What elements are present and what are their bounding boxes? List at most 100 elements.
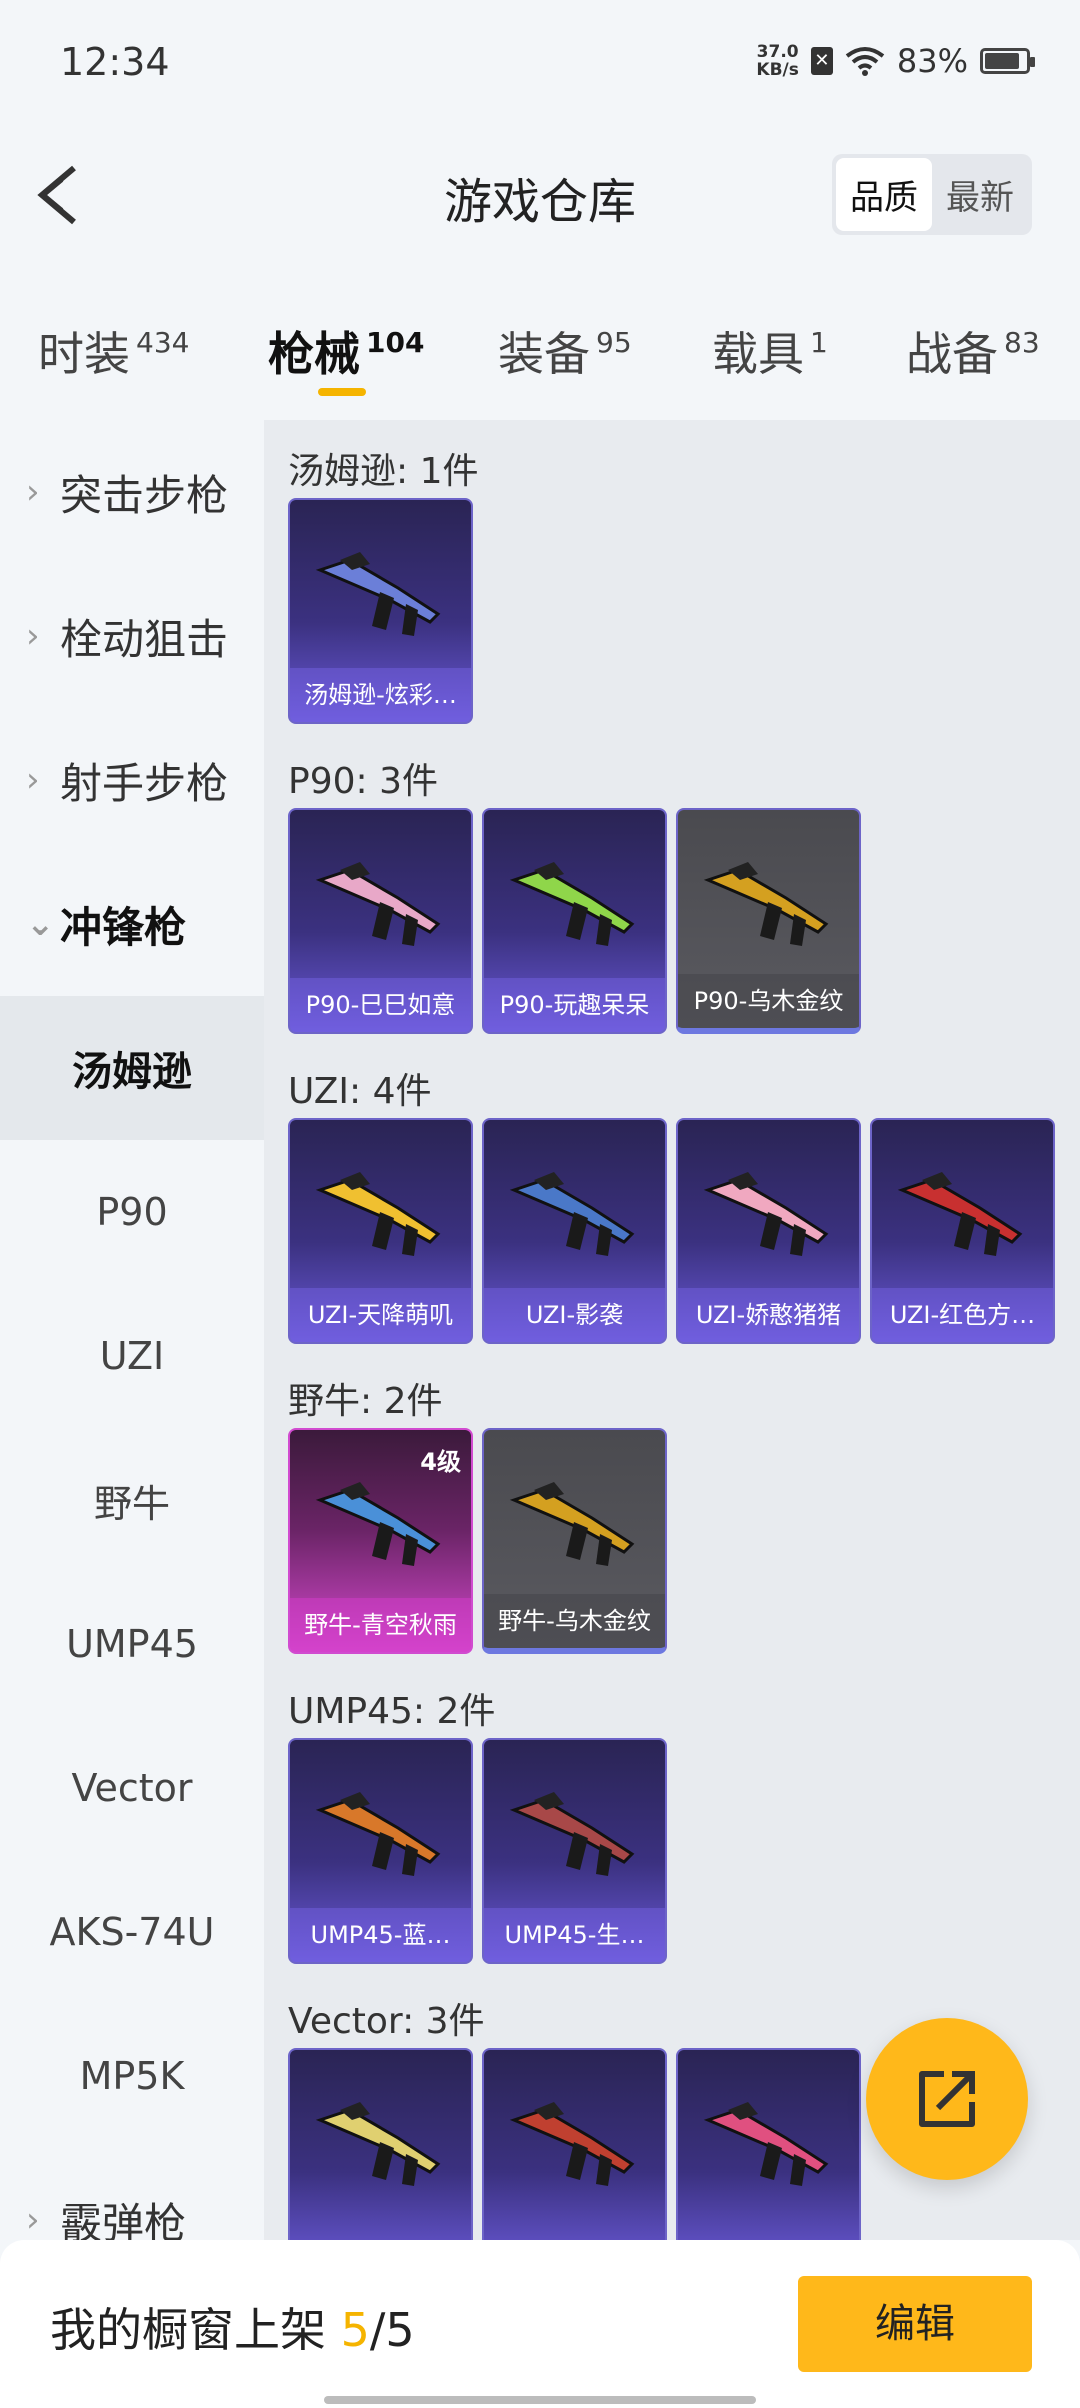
sort-toggle: 品质 最新: [832, 154, 1032, 235]
level-badge: 4级: [420, 1448, 461, 1476]
chevron-right-icon: ›: [26, 2200, 40, 2240]
gun-icon: [897, 1172, 1023, 1256]
sort-newest-button[interactable]: 最新: [932, 158, 1028, 231]
network-speed-unit: KB/s: [756, 60, 799, 80]
gun-icon: [703, 862, 829, 946]
weapon-card-label: UZI-天降萌叽: [290, 1288, 471, 1342]
weapon-card[interactable]: P90-巳巳如意: [288, 808, 473, 1034]
gun-icon: [509, 1172, 635, 1256]
group-title: 汤姆逊: 1件: [288, 451, 479, 492]
tab-count: 434: [136, 326, 190, 359]
tab-count: 83: [1004, 326, 1040, 359]
weapon-card[interactable]: UZI-娇憨猪猪: [676, 1118, 861, 1344]
weapon-card[interactable]: 4级 野牛-青空秋雨: [288, 1428, 473, 1654]
network-speed: 37.0 KB/s: [756, 43, 798, 79]
gun-icon: [315, 1792, 441, 1876]
sort-quality-button[interactable]: 品质: [836, 158, 932, 231]
weapon-card-label: UMP45-生…: [484, 1908, 665, 1962]
sidebar-category-smg[interactable]: ⌄ 冲锋枪: [0, 852, 264, 996]
tab-label: 载具: [712, 327, 804, 381]
gun-icon: [703, 1172, 829, 1256]
showcase-total: /5: [369, 2303, 415, 2357]
weapon-card[interactable]: 汤姆逊-炫彩…: [288, 498, 473, 724]
weapon-card-label: UZI-影袭: [484, 1288, 665, 1342]
tab-label: 时装: [38, 327, 130, 381]
tab-count: 1: [810, 326, 828, 359]
sidebar-item-thompson[interactable]: 汤姆逊: [0, 996, 264, 1140]
weapon-card[interactable]: UZI-影袭: [482, 1118, 667, 1344]
sidebar-item-uzi[interactable]: UZI: [0, 1284, 264, 1428]
weapon-card[interactable]: UZI-红色方…: [870, 1118, 1055, 1344]
sidebar-item-bizon[interactable]: 野牛: [0, 1428, 264, 1572]
sidebar-category-label: 冲锋枪: [60, 902, 187, 952]
edit-button[interactable]: 编辑: [798, 2276, 1032, 2372]
sidebar-category-assault-rifle[interactable]: › 突击步枪: [0, 420, 264, 564]
sidebar-category-label: 突击步枪: [60, 470, 229, 520]
weapon-card[interactable]: UZI-天降萌叽: [288, 1118, 473, 1344]
group-title: UMP45: 2件: [288, 1691, 496, 1732]
weapon-card-label: 汤姆逊-炫彩…: [290, 668, 471, 722]
chevron-right-icon: ›: [26, 760, 40, 800]
tab-label: 枪械: [268, 327, 360, 381]
sidebar-category-label: 射手步枪: [60, 758, 229, 808]
gun-icon: [315, 1172, 441, 1256]
share-icon: [919, 2071, 975, 2127]
sidebar-item-p90[interactable]: P90: [0, 1140, 264, 1284]
weapon-card[interactable]: UMP45-蓝…: [288, 1738, 473, 1964]
sim-off-icon: ✕: [810, 47, 833, 75]
weapon-card-label: UZI-红色方…: [872, 1288, 1053, 1342]
sidebar-item-vector[interactable]: Vector: [0, 1716, 264, 1860]
showcase-current: 5: [340, 2303, 370, 2357]
chevron-right-icon: ›: [26, 472, 40, 512]
group-title: P90: 3件: [288, 761, 438, 802]
weapon-card-label: P90-巳巳如意: [290, 978, 471, 1032]
sidebar-category-bolt-sniper[interactable]: › 栓动狙击: [0, 564, 264, 708]
showcase-label: 我的橱窗上架: [50, 2303, 341, 2357]
gun-icon: [703, 2102, 829, 2186]
tab-guns[interactable]: 枪械 104: [268, 318, 425, 396]
weapon-card-label: UMP45-蓝…: [290, 1908, 471, 1962]
weapon-card[interactable]: [676, 2048, 861, 2240]
gun-icon: [509, 2102, 635, 2186]
share-button[interactable]: [866, 2018, 1028, 2180]
weapon-card[interactable]: P90-乌木金纹: [676, 808, 861, 1034]
wifi-icon: [845, 47, 885, 76]
tab-equipment[interactable]: 装备 95: [498, 318, 632, 384]
weapon-card[interactable]: 野牛-乌木金纹: [482, 1428, 667, 1654]
group-title: 野牛: 2件: [288, 1381, 443, 1422]
gun-icon: [315, 2102, 441, 2186]
showcase-status: 我的橱窗上架 5/5: [50, 2294, 415, 2360]
weapon-card-label: P90-乌木金纹: [678, 974, 859, 1028]
gun-icon: [315, 1482, 441, 1566]
weapon-card-label: P90-玩趣呆呆: [484, 978, 665, 1032]
gun-icon: [509, 1482, 635, 1566]
chevron-right-icon: ›: [26, 616, 40, 656]
sidebar-item-aks74u[interactable]: AKS-74U: [0, 1860, 264, 2004]
chevron-down-icon: ⌄: [26, 904, 55, 944]
tab-fashion[interactable]: 时装 434: [38, 318, 189, 384]
weapon-card[interactable]: [482, 2048, 667, 2240]
status-icons: 37.0 KB/s ✕ 83%: [756, 42, 1035, 80]
weapon-card[interactable]: UMP45-生…: [482, 1738, 667, 1964]
gun-icon: [315, 862, 441, 946]
tab-count: 104: [366, 326, 425, 359]
tab-label: 装备: [498, 327, 590, 381]
tab-vehicles[interactable]: 载具 1: [712, 318, 828, 384]
home-indicator: [324, 2396, 756, 2404]
header: 游戏仓库 品质 最新: [0, 140, 1080, 250]
sidebar-item-mp5k[interactable]: MP5K: [0, 2004, 264, 2148]
weapon-sidebar: › 突击步枪 › 栓动狙击 › 射手步枪 ⌄ 冲锋枪 汤姆逊 P90 UZI 野…: [0, 420, 264, 2248]
tab-label: 战备: [906, 327, 998, 381]
sidebar-item-ump45[interactable]: UMP45: [0, 1572, 264, 1716]
sidebar-category-label: 栓动狙击: [60, 614, 229, 664]
weapon-card[interactable]: [288, 2048, 473, 2240]
tab-active-indicator: [318, 388, 366, 396]
weapon-card[interactable]: P90-玩趣呆呆: [482, 808, 667, 1034]
tab-count: 95: [596, 326, 632, 359]
tab-supplies[interactable]: 战备 83: [906, 318, 1040, 384]
status-time: 12:34: [60, 40, 170, 84]
battery-percent: 83%: [896, 42, 968, 80]
group-title: UZI: 4件: [288, 1071, 432, 1112]
sidebar-category-marksman-rifle[interactable]: › 射手步枪: [0, 708, 264, 852]
gun-icon: [509, 862, 635, 946]
